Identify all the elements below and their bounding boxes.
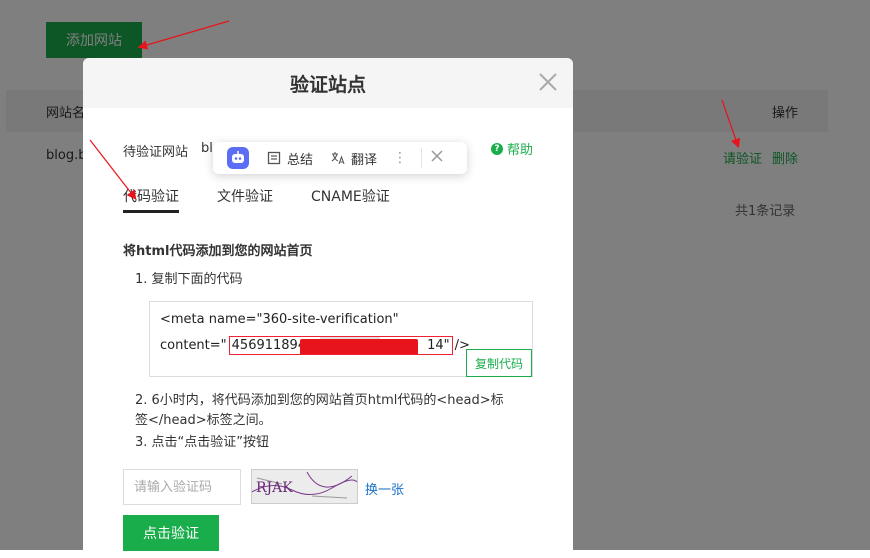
- verification-code-value: 456911894 14": [228, 336, 453, 355]
- dialog-header: 验证站点: [83, 58, 573, 108]
- help-icon: ?: [491, 142, 503, 155]
- captcha-image[interactable]: RJAK: [251, 469, 358, 504]
- site-label: 待验证网站: [123, 145, 189, 160]
- help-link[interactable]: ? 帮助: [491, 139, 533, 158]
- captcha-text: RJAK: [256, 480, 293, 496]
- tab-cname-verify[interactable]: CNAME验证: [311, 186, 390, 206]
- step-1: 1. 复制下面的代码: [135, 272, 243, 287]
- floating-toolbar: 总结 翻译 ⋮: [213, 142, 467, 174]
- code-line-2: content=" 456911894 14" />: [160, 336, 470, 355]
- tab-code-verify[interactable]: 代码验证: [123, 186, 179, 206]
- section-title: 将html代码添加到您的网站首页: [123, 244, 313, 259]
- refresh-captcha-link[interactable]: 换一张: [365, 479, 404, 498]
- copy-code-button[interactable]: 复制代码: [466, 349, 532, 377]
- help-label: 帮助: [507, 143, 534, 158]
- tab-file-verify[interactable]: 文件验证: [217, 186, 273, 206]
- more-options-icon[interactable]: ⋮: [393, 150, 407, 166]
- code-prefix: content=": [160, 338, 227, 353]
- code-value-start: 456911894: [231, 338, 307, 353]
- summary-button[interactable]: 总结: [267, 149, 313, 168]
- captcha-input[interactable]: [123, 469, 241, 505]
- translate-label: 翻译: [351, 152, 378, 168]
- active-tab-indicator: [123, 210, 179, 213]
- toolbar-divider: [421, 148, 423, 168]
- redaction-mark: [299, 339, 418, 354]
- toolbar-close-icon[interactable]: [430, 149, 444, 167]
- click-verify-button[interactable]: 点击验证: [123, 515, 219, 551]
- assistant-logo-icon[interactable]: [227, 147, 249, 169]
- step-2: 2. 6小时内，将代码添加到您的网站首页html代码的<head>标签</hea…: [135, 393, 504, 428]
- dialog-title: 验证站点: [289, 73, 366, 96]
- translate-button[interactable]: 翻译: [331, 149, 377, 168]
- step-3: 3. 点击“点击验证”按钮: [135, 435, 270, 450]
- close-icon[interactable]: [537, 71, 559, 93]
- document-icon: [267, 151, 281, 165]
- code-line-1: <meta name="360-site-verification": [160, 312, 399, 327]
- summary-label: 总结: [287, 152, 314, 168]
- site-value: bl: [201, 141, 213, 156]
- verify-site-dialog: 验证站点 待验证网站 bl ? 帮助 代码验证 文件验证 CNAME验证 将ht…: [83, 58, 573, 558]
- code-value-end: 14": [427, 338, 450, 353]
- translate-icon: [331, 152, 345, 165]
